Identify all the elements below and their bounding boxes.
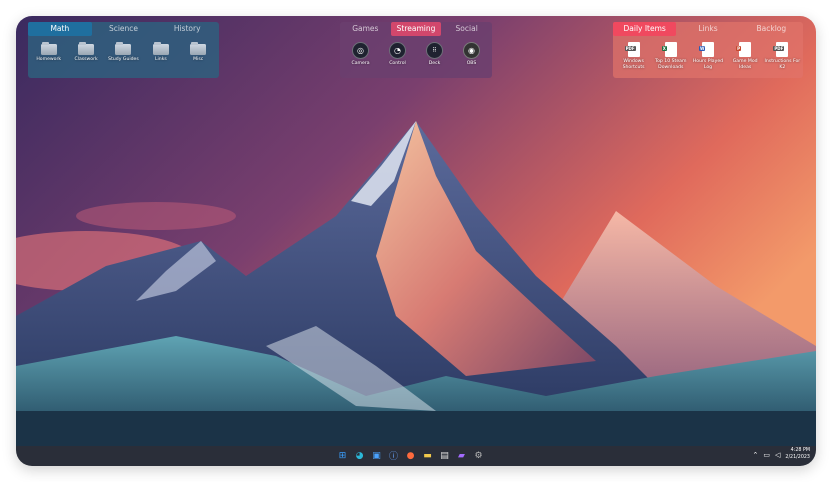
tab-streaming[interactable]: Streaming — [390, 22, 442, 36]
item-label: Camera — [351, 61, 370, 66]
desktop-screen: Math Science History Homework Classwork … — [16, 16, 816, 466]
item-label: Top 10 Steam Downloads — [655, 59, 687, 70]
deck-icon: ⠿ — [426, 42, 443, 59]
app-deck[interactable]: ⠿ Deck — [417, 40, 453, 67]
video-icon[interactable]: ▰ — [455, 449, 468, 462]
item-label: Control — [389, 61, 406, 66]
file-explorer-icon[interactable]: ▬ — [421, 449, 434, 462]
folder-icon — [78, 42, 95, 55]
app-camera[interactable]: ◎ Camera — [343, 40, 379, 67]
item-label: Game Mod Ideas — [732, 59, 758, 70]
item-label: Instructions For K2 — [764, 59, 801, 70]
fence-tabs: Math Science History — [28, 22, 219, 36]
mountain-wallpaper — [16, 16, 816, 446]
file-windows-shortcuts[interactable]: PDF Windows Shortcuts — [616, 40, 652, 70]
edge-icon[interactable]: ◕ — [353, 449, 366, 462]
file-game-mod-ideas[interactable]: P Game Mod Ideas — [727, 40, 763, 70]
tab-science[interactable]: Science — [92, 22, 156, 36]
tab-games[interactable]: Games — [340, 22, 391, 36]
item-label: Links — [154, 57, 167, 62]
camera-icon: ◎ — [352, 42, 369, 59]
settings-icon[interactable]: ⚙ — [472, 449, 485, 462]
fence-tabs: Games Streaming Social — [340, 22, 492, 36]
chevron-up-icon[interactable]: ⌃ — [753, 451, 759, 459]
app-obs[interactable]: ◉ OBS — [454, 40, 490, 67]
folder-classwork[interactable]: Classwork — [68, 40, 104, 63]
control-icon: ◔ — [389, 42, 406, 59]
item-label: Misc — [193, 57, 204, 62]
1password-icon[interactable]: ⓘ — [387, 449, 400, 462]
item-label: Deck — [428, 61, 441, 66]
notepad-icon[interactable]: ▤ — [438, 449, 451, 462]
tab-social[interactable]: Social — [441, 22, 492, 36]
item-label: Study Guides — [108, 57, 139, 62]
item-label: Hours Played Log — [692, 59, 724, 70]
system-tray: ⌃ ▭ ◁ 4:28 PM 2/21/2023 — [753, 448, 811, 461]
powerpoint-file-icon: P — [736, 42, 752, 57]
obs-icon: ◉ — [463, 42, 480, 59]
folder-icon — [152, 42, 169, 55]
file-top-10-steam-downloads[interactable]: X Top 10 Steam Downloads — [653, 40, 689, 70]
monitor-icon[interactable]: ▭ — [763, 451, 770, 459]
folder-links[interactable]: Links — [143, 40, 179, 63]
tab-links[interactable]: Links — [676, 22, 739, 36]
tab-backlog[interactable]: Backlog — [740, 22, 803, 36]
folder-icon — [115, 42, 132, 55]
file-instructions-for-k2[interactable]: PDF Instructions For K2 — [764, 40, 800, 70]
app-icon[interactable]: ● — [404, 449, 417, 462]
tab-math[interactable]: Math — [28, 22, 92, 36]
fence-math[interactable]: Math Science History Homework Classwork … — [28, 22, 219, 78]
folder-icon — [40, 42, 57, 55]
clock[interactable]: 4:28 PM 2/21/2023 — [785, 448, 810, 461]
fence-daily-items[interactable]: Daily Items Links Backlog PDF Windows Sho… — [613, 22, 803, 78]
fence-streaming[interactable]: Games Streaming Social ◎ Camera ◔ Control … — [340, 22, 492, 78]
excel-file-icon: X — [661, 42, 677, 57]
clock-date: 2/21/2023 — [785, 454, 810, 460]
taskbar: ⊞ ◕ ▣ ⓘ ● ▬ ▤ ▰ ⚙ ⌃ ▭ ◁ 4:28 PM 2/21/202… — [16, 446, 816, 466]
item-label: Windows Shortcuts — [622, 59, 645, 70]
folder-homework[interactable]: Homework — [31, 40, 67, 63]
item-label: Homework — [36, 57, 62, 62]
folder-icon — [190, 42, 207, 55]
item-label: Classwork — [74, 57, 98, 62]
tab-daily-items[interactable]: Daily Items — [613, 22, 677, 36]
store-icon[interactable]: ▣ — [370, 449, 383, 462]
folder-misc[interactable]: Misc — [180, 40, 216, 63]
word-file-icon: W — [698, 42, 714, 57]
pdf-file-icon: PDF — [624, 42, 640, 57]
speaker-icon[interactable]: ◁ — [775, 451, 780, 459]
file-hours-played-log[interactable]: W Hours Played Log — [690, 40, 726, 70]
fence-tabs: Daily Items Links Backlog — [613, 22, 803, 36]
app-control[interactable]: ◔ Control — [380, 40, 416, 67]
pdf-file-icon: PDF — [773, 42, 789, 57]
windows-start-icon[interactable]: ⊞ — [336, 449, 349, 462]
tab-history[interactable]: History — [155, 22, 219, 36]
taskbar-apps: ⊞ ◕ ▣ ⓘ ● ▬ ▤ ▰ ⚙ — [336, 449, 485, 463]
folder-study-guides[interactable]: Study Guides — [105, 40, 141, 63]
item-label: OBS — [466, 61, 477, 66]
